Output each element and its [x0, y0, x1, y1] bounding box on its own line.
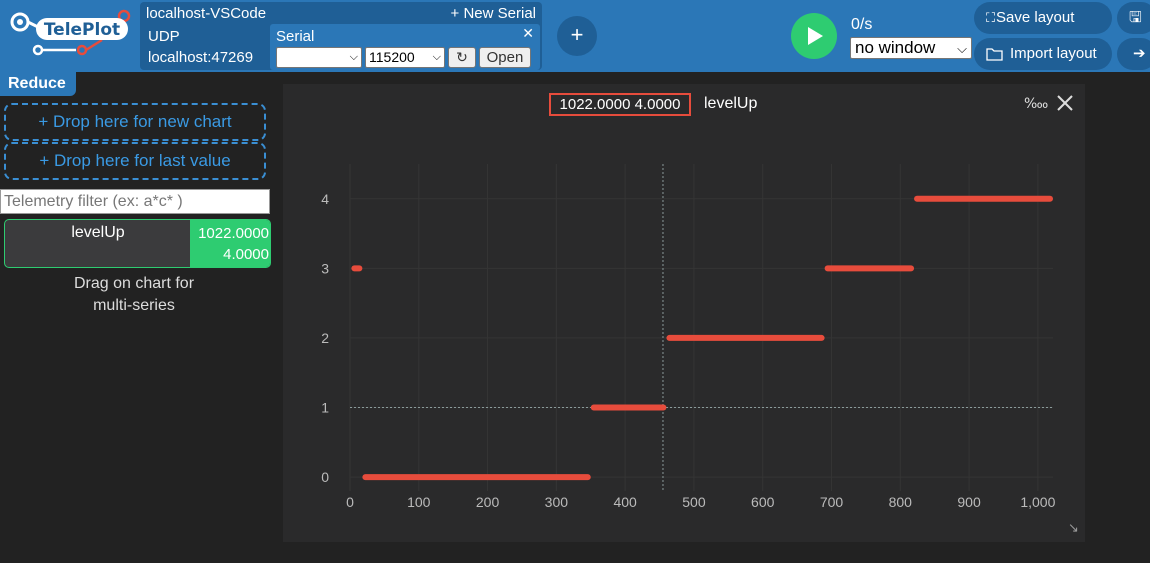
connection-title: localhost-VSCode	[146, 5, 267, 22]
refresh-icon: ↻	[456, 49, 468, 65]
telemetry-value-y: 4.0000	[223, 246, 269, 263]
import-layout-label: Import layout	[1010, 45, 1097, 62]
export-button[interactable]: ➔	[1117, 38, 1150, 70]
x-tick-label: 600	[751, 494, 775, 510]
port-select[interactable]: ⌵	[276, 47, 362, 68]
telemetry-value: 1022.0000 4.0000	[190, 220, 270, 267]
connection-panel: localhost-VSCode UDP localhost:47269 + N…	[140, 2, 542, 70]
telemetry-filter-input[interactable]: Telemetry filter (ex: a*c* )	[0, 189, 270, 214]
expand-icon: ⛶	[986, 10, 996, 25]
permil-icon[interactable]: ‱	[1024, 95, 1048, 112]
y-tick-label: 2	[321, 330, 329, 346]
x-tick-label: 800	[889, 494, 913, 510]
y-tick-label: 4	[321, 191, 329, 207]
save-icon: 🖫	[1129, 9, 1142, 26]
cursor-readout: 1022.0000 4.0000	[549, 93, 691, 116]
connection-address: localhost:47269	[148, 49, 254, 66]
logo-text: TelePlot	[44, 20, 120, 40]
close-chart-icon[interactable]	[1055, 93, 1075, 113]
drag-hint-line2: multi-series	[93, 297, 175, 314]
chart-panel: 0 100 200 300 400 500 600 700 800 900 1,000 0 1 2 3 4 1…	[283, 84, 1085, 542]
y-tick-label: 1	[321, 400, 329, 416]
save-layout-label: Save layout	[996, 9, 1075, 26]
save-layout-button[interactable]: ⛶ Save layout	[974, 2, 1112, 34]
top-bar: TelePlot localhost-VSCode UDP localhost:…	[0, 0, 1150, 72]
new-serial-button[interactable]: + New Serial	[451, 5, 536, 22]
x-tick-label: 1,000	[1020, 494, 1055, 510]
app-root: TelePlot localhost-VSCode UDP localhost:…	[0, 0, 1150, 563]
chevron-down-icon: ⌵	[957, 41, 967, 56]
window-select[interactable]: no window ⌵	[850, 37, 972, 59]
reduce-toggle[interactable]: Reduce	[0, 72, 76, 96]
window-select-value: no window	[855, 38, 936, 57]
resize-icon[interactable]: ↘	[1068, 520, 1079, 536]
y-tick-label: 3	[321, 260, 329, 276]
teleplot-logo: TelePlot	[10, 9, 131, 56]
x-tick-label: 700	[820, 494, 844, 510]
x-tick-label: 200	[476, 494, 500, 510]
open-button[interactable]: Open	[479, 47, 531, 68]
arrow-right-icon: ➔	[1133, 45, 1146, 62]
serial-label: Serial	[276, 28, 315, 45]
chevron-down-icon: ⌵	[432, 51, 441, 63]
x-tick-label: 900	[957, 494, 981, 510]
data-rate: 0/s	[851, 16, 873, 33]
telemetry-name: levelUp	[71, 224, 125, 241]
serial-close-icon[interactable]: ✕	[522, 25, 534, 42]
series-label: levelUp	[704, 95, 758, 112]
baud-select-value: 115200	[369, 49, 415, 65]
drop-last-value-zone[interactable]: + Drop here for last value	[4, 142, 266, 180]
x-tick-label: 400	[613, 494, 637, 510]
telemetry-item[interactable]: levelUp 1022.0000 4.0000	[4, 219, 271, 268]
chart-plot[interactable]: 0 100 200 300 400 500 600 700 800 900 1,000 0 1 2 3 4	[283, 84, 1085, 542]
chevron-down-icon: ⌵	[349, 51, 358, 63]
drop-new-chart-zone[interactable]: + Drop here for new chart	[4, 103, 266, 141]
connection-type: UDP	[148, 28, 180, 45]
drag-hint: Drag on chart for multi-series	[34, 273, 234, 317]
import-layout-button[interactable]: Import layout	[974, 38, 1112, 70]
telemetry-value-x: 1022.0000	[198, 225, 269, 242]
play-button[interactable]	[791, 13, 837, 59]
serial-panel: Serial ✕ ⌵ 115200 ⌵ ↻ Open	[270, 24, 540, 70]
x-tick-label: 300	[545, 494, 569, 510]
play-icon	[808, 27, 823, 45]
y-tick-label: 0	[321, 469, 329, 485]
x-tick-label: 100	[407, 494, 431, 510]
baud-select[interactable]: 115200 ⌵	[365, 47, 445, 68]
x-tick-label: 0	[346, 494, 354, 510]
folder-icon	[986, 48, 1003, 61]
x-tick-label: 500	[682, 494, 706, 510]
plus-icon: +	[570, 22, 584, 47]
save-icon-button[interactable]: 🖫	[1117, 2, 1150, 34]
add-connection-button[interactable]: +	[557, 16, 597, 56]
refresh-button[interactable]: ↻	[448, 47, 476, 68]
drag-hint-line1: Drag on chart for	[73, 275, 195, 292]
